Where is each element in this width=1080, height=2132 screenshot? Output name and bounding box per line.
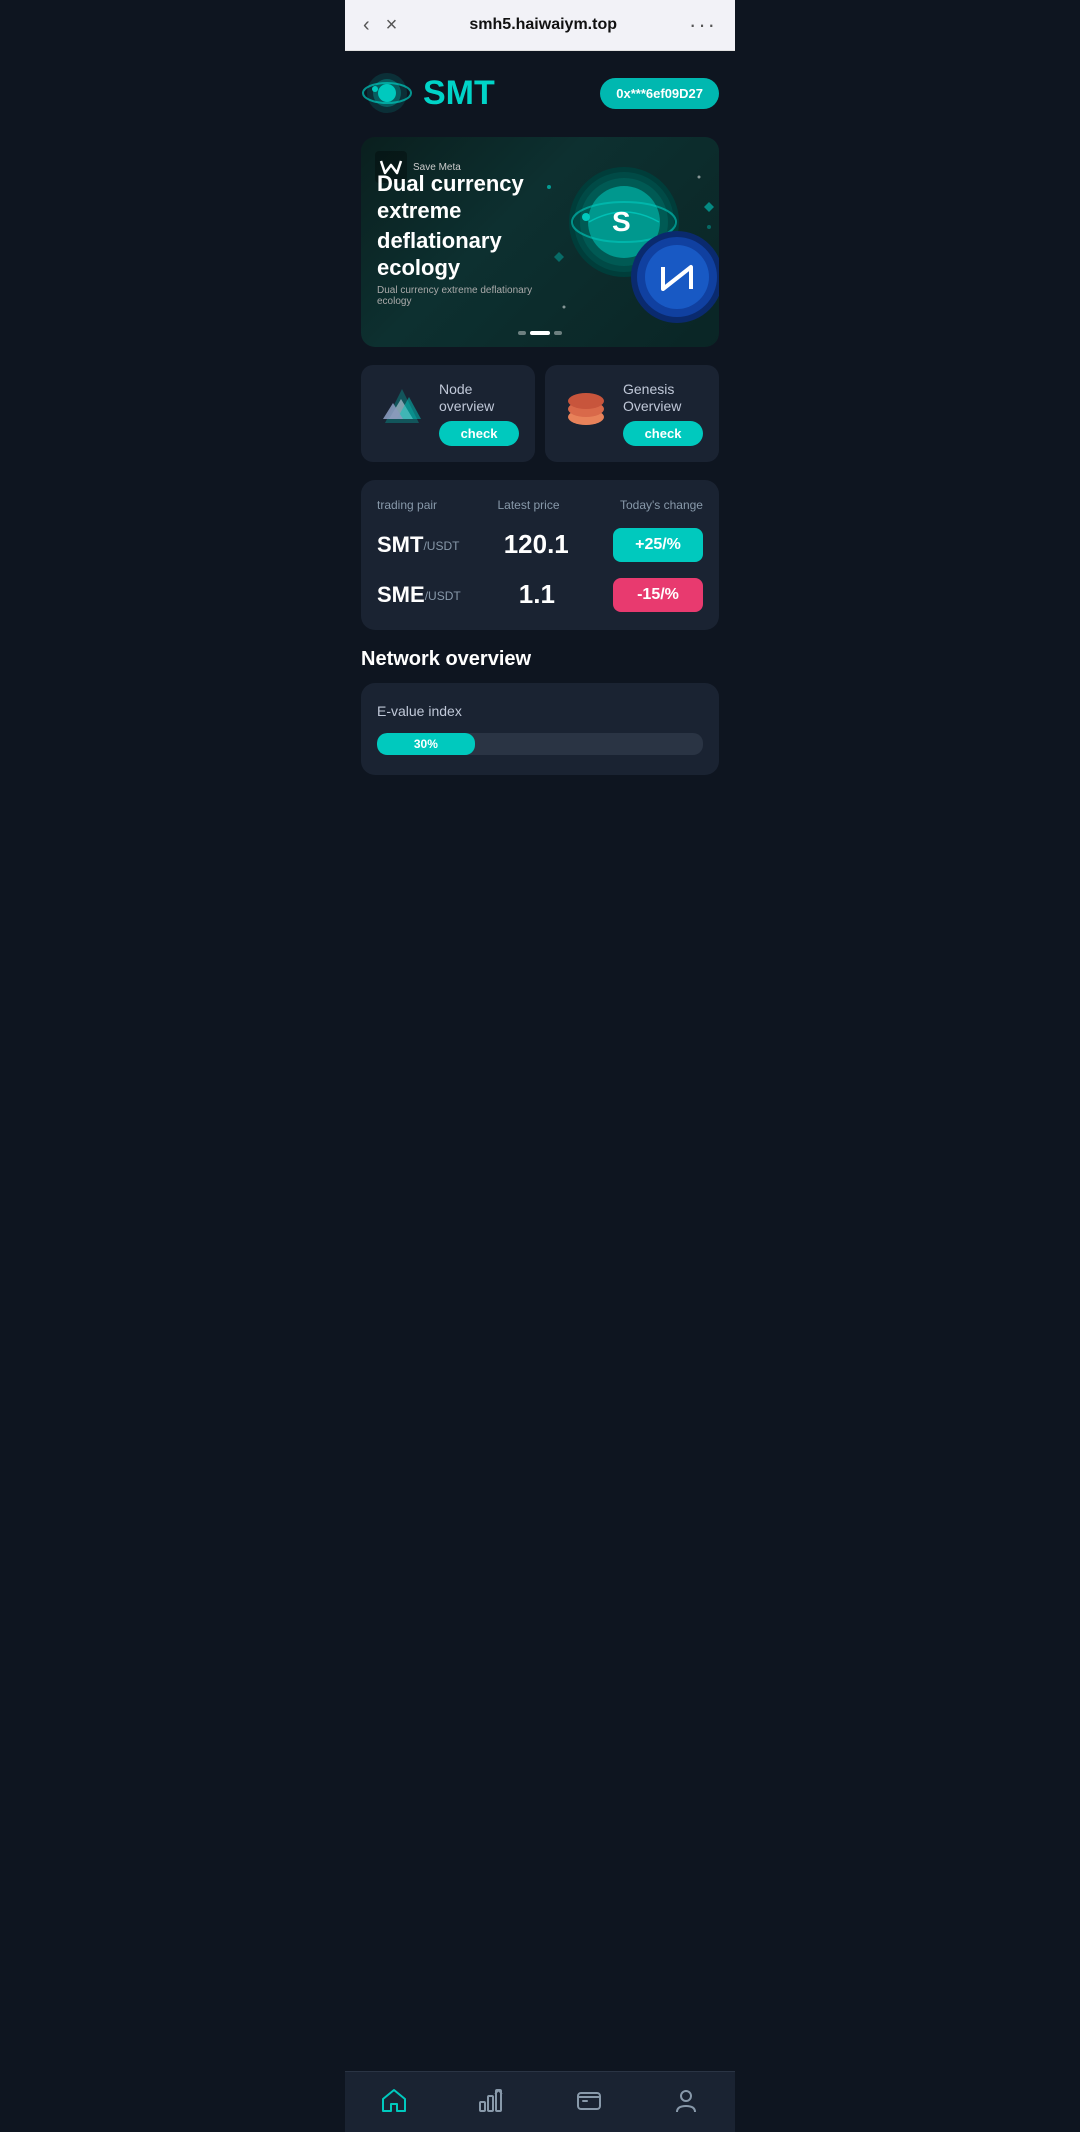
sme-pair: SME/USDT xyxy=(377,582,461,608)
wallet-address-badge[interactable]: 0x***6ef09D27 xyxy=(600,78,719,109)
smt-change-badge: +25/% xyxy=(613,528,703,562)
nav-chart[interactable] xyxy=(477,2086,505,2114)
col-latest-price: Latest price xyxy=(497,498,559,512)
banner-title-line2: deflationary ecology xyxy=(377,228,540,281)
app-content: SMT 0x***6ef09D27 Save Meta Dual currenc… xyxy=(345,51,735,873)
banner-dot-3 xyxy=(554,331,562,335)
chart-icon xyxy=(477,2086,505,2114)
sme-pair-sub: /USDT xyxy=(425,589,461,603)
progress-bar-background: 30% xyxy=(377,733,703,755)
bottom-nav xyxy=(345,2071,735,2132)
smt-price: 120.1 xyxy=(459,529,613,560)
node-overview-card: Node overview check xyxy=(361,365,535,462)
banner-coins-image: S xyxy=(529,147,719,337)
node-overview-icon xyxy=(377,381,427,431)
browser-bar: ‹ × smh5.haiwaiym.top ··· xyxy=(345,0,735,51)
smt-pair: SMT/USDT xyxy=(377,532,459,558)
node-check-button[interactable]: check xyxy=(439,421,519,446)
genesis-overview-info: Genesis Overview check xyxy=(623,381,703,446)
network-section: Network overview E-value index 30% xyxy=(361,648,719,775)
banner: Save Meta Dual currency extreme deflatio… xyxy=(361,137,719,347)
app-header: SMT 0x***6ef09D27 xyxy=(361,67,719,119)
banner-subtitle: Dual currency extreme deflationary ecolo… xyxy=(377,285,540,307)
logo-area: SMT xyxy=(361,67,495,119)
svg-text:S: S xyxy=(612,206,631,237)
trading-table: trading pair Latest price Today's change… xyxy=(361,480,719,630)
genesis-check-button[interactable]: check xyxy=(623,421,703,446)
browser-url[interactable]: smh5.haiwaiym.top xyxy=(397,16,689,34)
node-overview-label: Node overview xyxy=(439,381,519,415)
profile-icon xyxy=(672,2086,700,2114)
nav-profile[interactable] xyxy=(672,2086,700,2114)
banner-dots xyxy=(518,331,562,335)
trading-row-sme: SME/USDT 1.1 -15/% xyxy=(377,578,703,612)
trading-table-header: trading pair Latest price Today's change xyxy=(377,498,703,512)
banner-title-line1: Dual currency extreme xyxy=(377,171,540,224)
col-todays-change: Today's change xyxy=(620,498,703,512)
node-overview-info: Node overview check xyxy=(439,381,519,446)
browser-back-button[interactable]: ‹ xyxy=(363,14,370,37)
banner-dot-1 xyxy=(518,331,526,335)
browser-more-button[interactable]: ··· xyxy=(689,12,717,38)
nav-wallet[interactable] xyxy=(575,2086,603,2114)
progress-bar-fill: 30% xyxy=(377,733,475,755)
genesis-overview-icon xyxy=(561,381,611,431)
nav-home[interactable] xyxy=(380,2086,408,2114)
genesis-overview-card: Genesis Overview check xyxy=(545,365,719,462)
network-section-title: Network overview xyxy=(361,648,719,671)
sme-pair-main: SME xyxy=(377,582,425,607)
evalue-index-label: E-value index xyxy=(377,703,703,719)
browser-nav-icons: ‹ × xyxy=(363,14,397,37)
logo-text: SMT xyxy=(423,74,495,113)
banner-text-area: Dual currency extreme deflationary ecolo… xyxy=(377,171,540,307)
smt-pair-sub: /USDT xyxy=(423,539,459,553)
smt-pair-main: SMT xyxy=(377,532,423,557)
wallet-icon xyxy=(575,2086,603,2114)
smt-logo-icon xyxy=(361,67,413,119)
network-card: E-value index 30% xyxy=(361,683,719,775)
sme-price: 1.1 xyxy=(461,579,613,610)
browser-close-button[interactable]: × xyxy=(386,14,398,37)
col-trading-pair: trading pair xyxy=(377,498,437,512)
sme-change-badge: -15/% xyxy=(613,578,703,612)
banner-dot-2 xyxy=(530,331,550,335)
overview-cards: Node overview check Genesis Overview che… xyxy=(361,365,719,462)
trading-row-smt: SMT/USDT 120.1 +25/% xyxy=(377,528,703,562)
home-icon xyxy=(380,2086,408,2114)
progress-percent-label: 30% xyxy=(414,737,438,751)
genesis-overview-label: Genesis Overview xyxy=(623,381,703,415)
